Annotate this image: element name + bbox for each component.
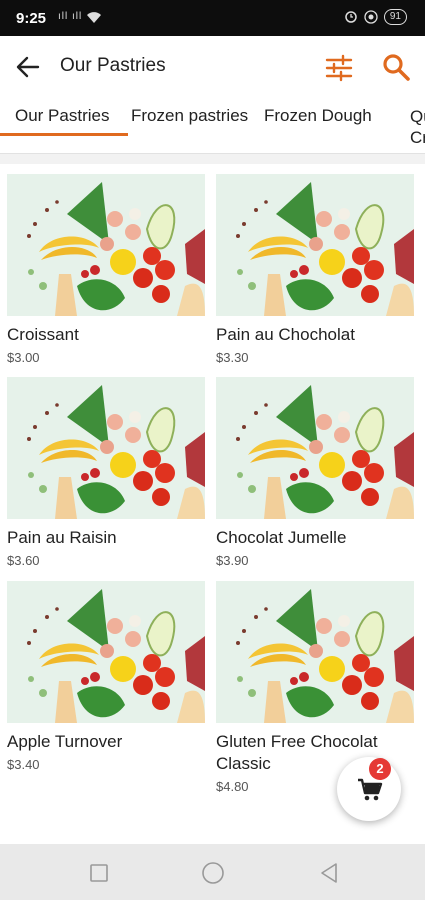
home-circle-icon[interactable] — [200, 860, 226, 886]
produce-illustration — [7, 377, 205, 519]
system-nav-bar — [0, 844, 425, 900]
tab-our-pastries[interactable]: Our Pastries — [15, 106, 109, 126]
product-name: Chocolat Jumelle — [216, 528, 347, 547]
product-name: Pain au Chocholat — [216, 325, 355, 344]
product-price: $3.00 — [7, 350, 40, 365]
product-card[interactable]: Apple Turnover $3.40 — [7, 581, 205, 777]
product-price: $3.40 — [7, 757, 40, 772]
product-image — [216, 174, 414, 316]
tab-partial[interactable]: Qu Cro — [410, 106, 425, 148]
product-name: Pain au Raisin — [7, 528, 117, 547]
status-right-icons: 91 — [344, 9, 407, 25]
app-bar: Our Pastries — [0, 36, 425, 98]
tab-frozen-pastries[interactable]: Frozen pastries — [131, 106, 248, 126]
vibrate-icon — [364, 10, 378, 24]
product-card[interactable]: Pain au Chocholat $3.30 — [216, 174, 414, 370]
produce-illustration — [7, 174, 205, 316]
signal-icons: ıll ıll — [58, 11, 83, 22]
wifi-icon — [87, 12, 101, 23]
selected-tab-indicator — [0, 133, 128, 136]
product-name: Croissant — [7, 325, 79, 344]
battery-icon: 91 — [383, 9, 407, 25]
recents-square-icon[interactable] — [86, 860, 112, 886]
product-image — [216, 377, 414, 519]
status-bar: 9:25 ıll ıll 91 — [0, 0, 425, 36]
status-time: 9:25 — [16, 10, 47, 27]
cart-count-badge: 2 — [369, 758, 391, 780]
alarm-icon — [345, 11, 357, 23]
product-card[interactable]: Chocolat Jumelle $3.90 — [216, 377, 414, 573]
arrow-left-icon[interactable] — [14, 53, 42, 81]
produce-illustration — [216, 377, 414, 519]
product-price: $3.30 — [216, 350, 249, 365]
produce-illustration — [7, 581, 205, 723]
tab-frozen-dough[interactable]: Frozen Dough — [264, 106, 372, 126]
search-icon[interactable] — [381, 52, 411, 82]
product-name: Apple Turnover — [7, 732, 123, 751]
product-image — [7, 581, 205, 723]
back-triangle-icon[interactable] — [316, 860, 342, 886]
product-price: $4.80 — [216, 779, 249, 794]
product-card[interactable]: Pain au Raisin $3.60 — [7, 377, 205, 573]
product-image — [216, 581, 414, 723]
produce-illustration — [216, 581, 414, 723]
product-price: $3.60 — [7, 553, 40, 568]
product-card[interactable]: Croissant $3.00 — [7, 174, 205, 370]
product-image — [7, 174, 205, 316]
cart-icon — [358, 778, 383, 801]
product-image — [7, 377, 205, 519]
produce-illustration — [216, 174, 414, 316]
sliders-icon[interactable] — [325, 54, 353, 82]
product-price: $3.90 — [216, 553, 249, 568]
product-grid: Croissant $3.00 Pain au Chocholat $3.30 — [0, 164, 425, 844]
page-title: Our Pastries — [60, 55, 166, 76]
category-tabs: Our Pastries Frozen pastries Frozen Doug… — [0, 98, 425, 154]
